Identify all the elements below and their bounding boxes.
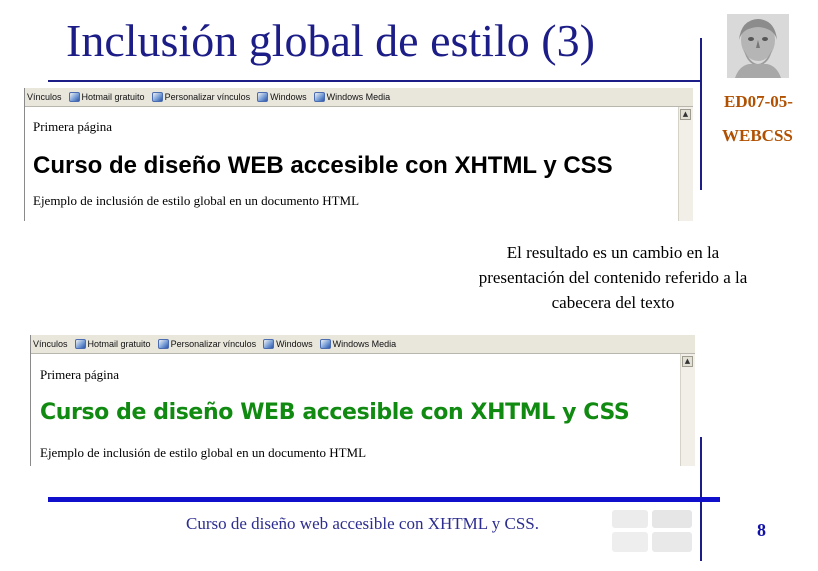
course-code-line2: WEBCSS (722, 126, 793, 145)
toolbar-label-vinculos: Vínculos (27, 92, 62, 102)
toolbar-label-vinculos: Vínculos (33, 339, 68, 349)
nav-link-primera-pagina[interactable]: Primera página (33, 119, 112, 135)
course-code-line1: ED07-05- (724, 92, 793, 111)
slide-title: Inclusión global de estilo (3) (66, 15, 595, 66)
decorative-tiles (612, 510, 692, 552)
scroll-up-arrow-icon[interactable]: ▲ (680, 109, 691, 120)
footer-rule (48, 497, 720, 502)
portrait-bust-image (727, 14, 789, 78)
toolbar-link-personalizar[interactable]: Personalizar vínculos (151, 92, 250, 102)
ie-page-icon (313, 92, 325, 102)
toolbar-link-windows-media[interactable]: Windows Media (319, 339, 396, 349)
page-paragraph: Ejemplo de inclusión de estilo global en… (40, 445, 367, 460)
ie-page-icon (74, 339, 86, 349)
vertical-scrollbar[interactable]: ▲ (680, 354, 695, 466)
links-toolbar: Vínculos Hotmail gratuito Personalizar v… (25, 88, 693, 107)
toolbar-link-hotmail[interactable]: Hotmail gratuito (74, 339, 151, 349)
page-heading-styled: Curso de diseño WEB accesible con XHTML … (40, 400, 630, 425)
ie-page-icon (151, 92, 163, 102)
ie-page-icon (68, 92, 80, 102)
ie-page-icon (319, 339, 331, 349)
toolbar-link-personalizar[interactable]: Personalizar vínculos (157, 339, 256, 349)
ie-page-icon (257, 92, 269, 102)
slide-footer: Curso de diseño web accesible con XHTML … (186, 514, 540, 533)
vertical-rule-top (700, 38, 702, 190)
links-toolbar: Vínculos Hotmail gratuito Personalizar v… (31, 335, 695, 354)
toolbar-link-windows[interactable]: Windows (263, 339, 313, 349)
nav-link-primera-pagina[interactable]: Primera página (40, 367, 119, 383)
browser-screenshot-after: Vínculos Hotmail gratuito Personalizar v… (30, 335, 695, 466)
page-number: 8 (757, 520, 766, 540)
slide-description: El resultado es un cambio en la presenta… (478, 243, 748, 312)
title-underline (48, 80, 702, 82)
toolbar-link-hotmail[interactable]: Hotmail gratuito (68, 92, 145, 102)
vertical-scrollbar[interactable]: ▲ (678, 107, 693, 221)
toolbar-link-windows-media[interactable]: Windows Media (313, 92, 390, 102)
page-heading-default: Curso de diseño WEB accesible con XHTML … (33, 152, 613, 179)
ie-page-icon (263, 339, 275, 349)
scroll-up-arrow-icon[interactable]: ▲ (682, 356, 693, 367)
toolbar-link-windows[interactable]: Windows (257, 92, 307, 102)
browser-screenshot-before: Vínculos Hotmail gratuito Personalizar v… (24, 88, 693, 221)
page-paragraph: Ejemplo de inclusión de estilo global en… (33, 193, 360, 208)
ie-page-icon (157, 339, 169, 349)
